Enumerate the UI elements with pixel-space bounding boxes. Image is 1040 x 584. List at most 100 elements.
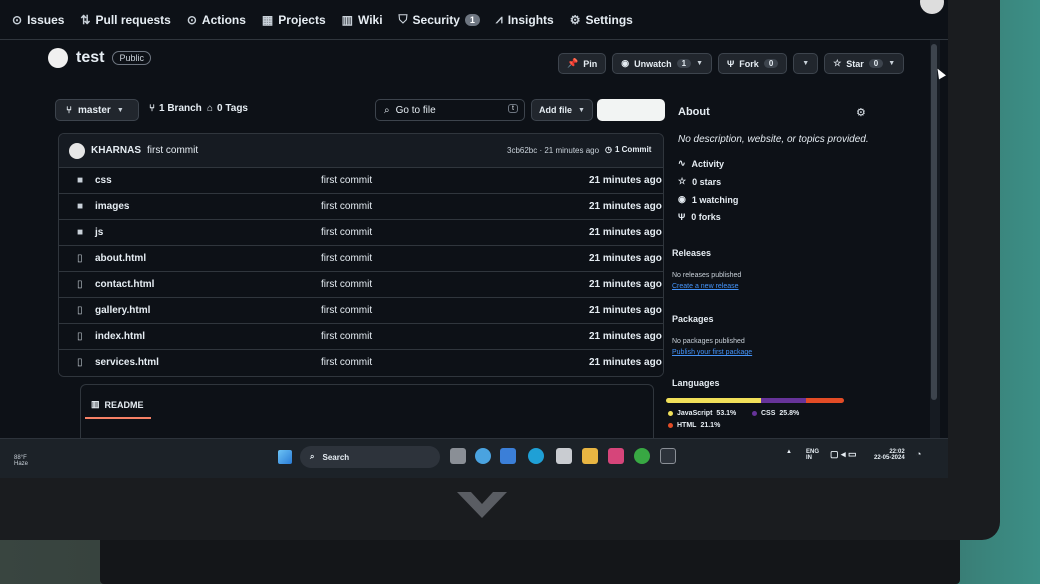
- tags-link[interactable]: ⌂ 0 Tags: [207, 103, 248, 114]
- folder-icon: ■: [77, 175, 84, 186]
- publish-package-link[interactable]: Publish your first package: [672, 349, 752, 356]
- file-name[interactable]: contact.html: [95, 279, 154, 290]
- app-icon[interactable]: [608, 448, 624, 464]
- pin-button[interactable]: 📌 Pin: [558, 53, 607, 74]
- nav-wiki[interactable]: ▥ Wiki: [342, 13, 383, 27]
- table-icon: ▦: [261, 12, 274, 27]
- file-icon: ▯: [77, 305, 83, 316]
- weather-widget[interactable]: 88°F Haze: [14, 455, 28, 467]
- watchers-link[interactable]: ◉ 1 watching: [678, 194, 738, 205]
- table-row[interactable]: ▯ gallery.html first commit 21 minutes ago: [59, 298, 663, 324]
- file-name[interactable]: images: [95, 201, 129, 212]
- fork-dropdown-button[interactable]: ▼: [793, 53, 819, 74]
- windows-start-icon[interactable]: [278, 450, 292, 464]
- file-commit-message[interactable]: first commit: [321, 201, 372, 212]
- chat-icon[interactable]: [475, 448, 491, 464]
- commit-meta[interactable]: 3cb62bc · 21 minutes ago: [507, 146, 599, 155]
- file-commit-message[interactable]: first commit: [321, 227, 372, 238]
- file-name[interactable]: gallery.html: [95, 305, 150, 316]
- file-icon: ▯: [77, 331, 83, 342]
- go-to-file-input[interactable]: ⌕ Go to file t: [375, 99, 525, 121]
- code-button[interactable]: [597, 99, 665, 121]
- language-css[interactable]: CSS 25.8%: [752, 410, 799, 417]
- file-name[interactable]: js: [95, 227, 103, 238]
- file-commit-age: 21 minutes ago: [589, 227, 662, 238]
- language-indicator[interactable]: ENG IN: [806, 449, 819, 461]
- add-file-button[interactable]: Add file ▼: [531, 99, 593, 121]
- file-commit-message[interactable]: first commit: [321, 253, 372, 264]
- create-release-link[interactable]: Create a new release: [672, 283, 739, 290]
- table-row[interactable]: ■ css first commit 21 minutes ago: [59, 168, 663, 194]
- file-commit-message[interactable]: first commit: [321, 279, 372, 290]
- terminal-icon[interactable]: [660, 448, 676, 464]
- avatar[interactable]: [69, 142, 85, 159]
- star-button[interactable]: ☆ Star 0 ▼: [824, 53, 905, 74]
- activity-link[interactable]: ∿ Activity: [678, 158, 724, 169]
- commit-message[interactable]: first commit: [147, 145, 198, 156]
- file-explorer-icon[interactable]: [582, 448, 598, 464]
- visibility-badge: Public: [112, 51, 151, 65]
- packages-title[interactable]: Packages: [672, 314, 714, 324]
- task-view-icon[interactable]: [450, 448, 466, 464]
- store-icon[interactable]: [556, 448, 572, 464]
- eye-icon: ◉: [678, 194, 686, 204]
- table-row[interactable]: ▯ contact.html first commit 21 minutes ago: [59, 272, 663, 298]
- tray-chevron-icon[interactable]: ▲: [786, 449, 792, 455]
- screen: ⊙ Issues ⇅ Pull requests ⊙ Actions ▦ Project…: [0, 0, 948, 478]
- releases-title[interactable]: Releases: [672, 248, 711, 258]
- star-icon: ☆: [678, 176, 687, 186]
- network-volume-battery-icon[interactable]: ▢ ◂ ▭: [830, 449, 857, 460]
- book-icon: ▥: [341, 12, 353, 27]
- clock[interactable]: 22:02 22-05-2024: [874, 449, 905, 461]
- user-avatar[interactable]: [920, 0, 944, 14]
- branches-link[interactable]: ⑂ 1 Branch: [149, 103, 202, 114]
- chrome-icon[interactable]: [634, 448, 650, 464]
- commits-link[interactable]: ◷ 1 Commit: [605, 145, 651, 154]
- file-commit-message[interactable]: first commit: [321, 305, 372, 316]
- chevron-down-icon: ▼: [696, 60, 703, 67]
- nav-security[interactable]: ⛉ Security 1: [399, 12, 480, 27]
- table-row[interactable]: ■ images first commit 21 minutes ago: [59, 194, 663, 220]
- file-commit-message[interactable]: first commit: [321, 175, 372, 186]
- file-commit-message[interactable]: first commit: [321, 331, 372, 342]
- language-bar: [666, 398, 844, 403]
- language-javascript[interactable]: JavaScript 53.1%: [668, 410, 736, 417]
- table-row[interactable]: ▯ index.html first commit 21 minutes ago: [59, 324, 663, 350]
- file-icon: ▯: [77, 279, 83, 290]
- file-commit-message[interactable]: first commit: [321, 357, 372, 368]
- file-name[interactable]: services.html: [95, 357, 159, 368]
- table-row[interactable]: ▯ services.html first commit 21 minutes ago: [59, 350, 663, 376]
- nav-insights[interactable]: ⩘ Insights: [496, 12, 554, 27]
- file-commit-age: 21 minutes ago: [589, 175, 662, 186]
- table-row[interactable]: ▯ about.html first commit 21 minutes ago: [59, 246, 663, 272]
- file-name[interactable]: index.html: [95, 331, 145, 342]
- scrollbar-thumb[interactable]: [931, 44, 937, 400]
- commit-author[interactable]: KHARNAS: [91, 145, 141, 156]
- nav-actions[interactable]: ⊙ Actions: [187, 13, 246, 27]
- nav-projects[interactable]: ▦ Projects: [262, 13, 326, 27]
- pin-icon: 📌: [567, 58, 579, 68]
- repo-name[interactable]: test: [76, 49, 104, 67]
- file-name[interactable]: about.html: [95, 253, 146, 264]
- table-row[interactable]: ■ js first commit 21 minutes ago: [59, 220, 663, 246]
- stars-link[interactable]: ☆ 0 stars: [678, 176, 721, 187]
- file-name[interactable]: css: [95, 175, 112, 186]
- notification-bell-icon[interactable]: ◔: [916, 449, 921, 459]
- widgets-icon[interactable]: [500, 448, 516, 464]
- gear-icon[interactable]: ⚙: [856, 106, 866, 119]
- taskbar-search[interactable]: ⌕ Search: [300, 446, 440, 468]
- edge-browser-icon[interactable]: [528, 448, 544, 464]
- readme-tab[interactable]: ▥ README: [91, 399, 144, 410]
- star-count: 0: [868, 59, 884, 68]
- repo-owner-avatar[interactable]: [48, 48, 68, 68]
- fork-button[interactable]: Ψ Fork 0: [718, 53, 788, 74]
- nav-pull-requests[interactable]: ⇅ Pull requests: [80, 13, 170, 27]
- nav-issues[interactable]: ⊙ Issues: [12, 13, 64, 27]
- book-icon: ▥: [91, 399, 100, 409]
- search-icon: ⌕: [310, 452, 315, 461]
- forks-link[interactable]: Ψ0 forks: [678, 212, 721, 222]
- nav-settings[interactable]: ⚙ Settings: [570, 13, 633, 27]
- unwatch-button[interactable]: ◉ Unwatch 1 ▼: [612, 53, 712, 74]
- branch-select[interactable]: ⑂ master ▼: [55, 99, 139, 121]
- language-html[interactable]: HTML 21.1%: [668, 422, 720, 429]
